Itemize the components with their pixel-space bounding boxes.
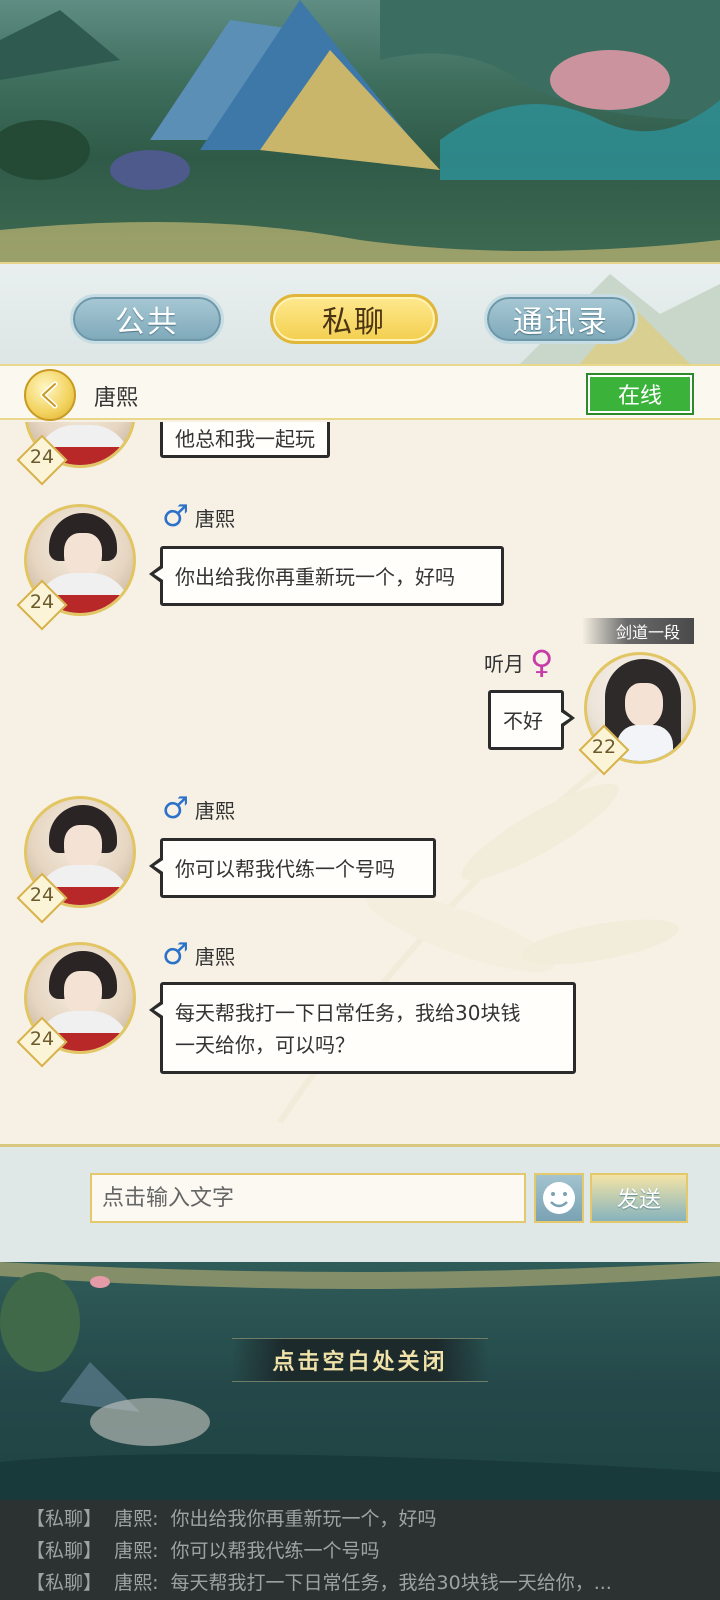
message-text: 你可以帮我代练一个号吗 bbox=[175, 857, 395, 881]
message-text: 他总和我一起玩 bbox=[175, 427, 315, 451]
tab-bar: 公共 私聊 通讯录 bbox=[0, 264, 720, 364]
title-tag: 剑道一段 bbox=[582, 618, 694, 644]
tab-public[interactable]: 公共 bbox=[70, 294, 224, 344]
log-line: 【私聊】 唐熙: 你可以帮我代练一个号吗 bbox=[26, 1536, 716, 1563]
level-text: 24 bbox=[29, 446, 55, 468]
level-text: 24 bbox=[29, 1028, 55, 1050]
sender-name: 唐熙 bbox=[194, 798, 235, 823]
log-sender: 唐熙: bbox=[114, 1508, 159, 1530]
sender-label: ♂ 唐熙 bbox=[162, 940, 235, 970]
chevron-left-icon bbox=[40, 381, 58, 409]
tab-contacts[interactable]: 通讯录 bbox=[484, 294, 638, 344]
level-text: 24 bbox=[29, 884, 55, 906]
smiley-icon bbox=[543, 1182, 575, 1214]
level-text: 22 bbox=[591, 736, 617, 758]
log-line: 【私聊】 唐熙: 你出给我你再重新玩一个，好吗 bbox=[26, 1504, 716, 1531]
background-landscape-top[interactable] bbox=[0, 0, 720, 262]
message-text: 每天帮我打一下日常任务，我给30块钱 bbox=[175, 1001, 521, 1025]
message-bubble: 不好 bbox=[488, 690, 575, 750]
message-bubble: 你出给我你再重新玩一个，好吗 bbox=[149, 546, 504, 606]
message-text: 你出给我你再重新玩一个，好吗 bbox=[175, 565, 455, 589]
message-bubble: 他总和我一起玩 bbox=[160, 422, 330, 458]
chat-log[interactable]: 【私聊】 唐熙: 你出给我你再重新玩一个，好吗 【私聊】 唐熙: 你可以帮我代练… bbox=[0, 1500, 720, 1600]
chat-panel: 公共 私聊 通讯录 唐熙 在线 24 他总和我一起玩 24 ♂ 唐熙 你出给我你… bbox=[0, 262, 720, 1264]
chat-header: 唐熙 在线 bbox=[0, 364, 720, 421]
tab-private-chat[interactable]: 私聊 bbox=[270, 294, 438, 344]
send-button[interactable]: 发送 bbox=[590, 1173, 688, 1223]
log-channel: 【私聊】 bbox=[26, 1572, 103, 1594]
sender-name: 听月 bbox=[484, 651, 524, 676]
contact-name: 唐熙 bbox=[94, 386, 139, 411]
log-line: 【私聊】 唐熙: 每天帮我打一下日常任务，我给30块钱一天给你，... bbox=[26, 1568, 716, 1595]
sender-label: ♂ 唐熙 bbox=[162, 794, 235, 824]
message-text: 一天给你，可以吗？ bbox=[175, 1033, 355, 1057]
female-symbol-icon: ♀ bbox=[530, 643, 554, 681]
log-channel: 【私聊】 bbox=[26, 1508, 103, 1530]
message-list[interactable]: 24 他总和我一起玩 24 ♂ 唐熙 你出给我你再重新玩一个，好吗 剑道一段 2… bbox=[0, 422, 720, 1144]
title-text: 剑道一段 bbox=[615, 623, 680, 642]
log-text: 你出给我你再重新玩一个，好吗 bbox=[170, 1508, 437, 1530]
male-symbol-icon: ♂ bbox=[162, 937, 189, 972]
sender-name: 唐熙 bbox=[194, 944, 235, 969]
sender-label: ♂ 唐熙 bbox=[162, 502, 235, 532]
log-channel: 【私聊】 bbox=[26, 1540, 103, 1562]
male-symbol-icon: ♂ bbox=[162, 791, 189, 826]
log-text: 每天帮我打一下日常任务，我给30块钱一天给你，... bbox=[170, 1572, 612, 1594]
message-text: 不好 bbox=[503, 709, 543, 733]
close-hint[interactable]: 点击空白处关闭 bbox=[232, 1338, 488, 1382]
online-status-badge: 在线 bbox=[586, 373, 694, 415]
input-area: 发送 bbox=[0, 1144, 720, 1264]
emoji-button[interactable] bbox=[534, 1173, 584, 1223]
message-input[interactable] bbox=[90, 1173, 526, 1223]
message-bubble: 每天帮我打一下日常任务，我给30块钱 一天给你，可以吗？ bbox=[149, 982, 576, 1074]
sender-label: 听月 ♀ bbox=[484, 646, 553, 678]
log-sender: 唐熙: bbox=[114, 1540, 159, 1562]
log-text: 你可以帮我代练一个号吗 bbox=[170, 1540, 380, 1562]
message-bubble: 你可以帮我代练一个号吗 bbox=[149, 838, 436, 898]
log-sender: 唐熙: bbox=[114, 1572, 159, 1594]
sender-name: 唐熙 bbox=[194, 506, 235, 531]
back-button[interactable] bbox=[24, 369, 76, 421]
male-symbol-icon: ♂ bbox=[162, 499, 189, 534]
level-text: 24 bbox=[29, 591, 55, 613]
